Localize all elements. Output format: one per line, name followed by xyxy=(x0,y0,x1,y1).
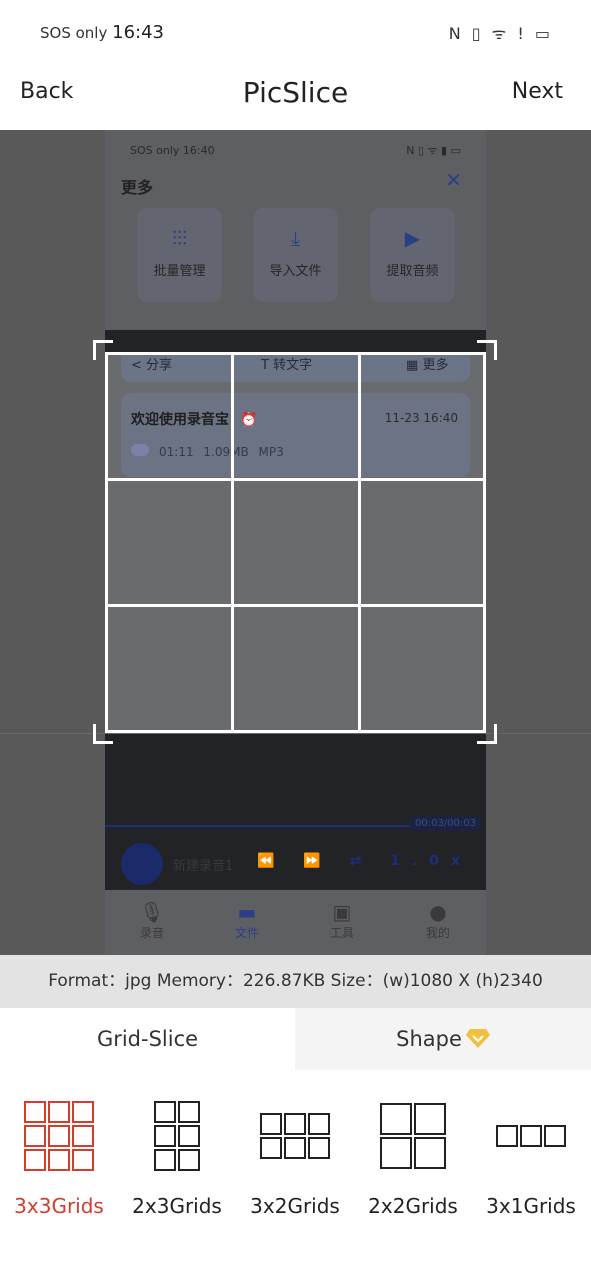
video-icon: ▶ xyxy=(404,226,421,250)
image-bottom-nav: 🎙 录音 ▬ 文件 ▣ 工具 ● 我的 xyxy=(105,890,486,955)
grid-icon xyxy=(496,1125,566,1147)
card-label: 提取音频 xyxy=(386,264,439,279)
nav-item: ▣ 工具 xyxy=(312,900,372,941)
download-icon: ⤓ xyxy=(291,226,300,250)
action-label: 分享 xyxy=(146,358,173,373)
crop-area[interactable]: < 分享 T 转文字 ▦ 更多 欢迎使用录音宝! ⏰ 11-23 16:40 0… xyxy=(105,352,486,733)
tab-label: Shape xyxy=(396,1027,462,1051)
grid-option-3x3[interactable]: 3x3Grids xyxy=(4,1100,114,1218)
image-card: ⫶⫶⫶ 批量管理 xyxy=(137,208,222,302)
grid-option-label: 3x3Grids xyxy=(14,1194,104,1218)
text-icon: T xyxy=(261,358,269,373)
grid-icon xyxy=(260,1113,330,1159)
image-panel-title: 更多 xyxy=(121,178,154,197)
tab-label: Grid-Slice xyxy=(96,1027,199,1051)
status-bar: SOS only 16:43 N ▯ ᯤ ! ▭ xyxy=(0,0,591,65)
record-title: 欢迎使用录音宝! ⏰ xyxy=(131,412,258,428)
status-icons: N ▯ ᯤ ! ▭ xyxy=(448,24,553,43)
back-button[interactable]: Back xyxy=(20,79,73,104)
mode-tabs: Grid-Slice Shape xyxy=(0,1008,591,1070)
action-label: 转文字 xyxy=(273,358,313,373)
card-label: 导入文件 xyxy=(269,264,322,279)
grid-line xyxy=(483,352,486,733)
grid-line xyxy=(105,478,486,481)
nav-item: ● 我的 xyxy=(408,900,468,941)
user-icon: ● xyxy=(429,900,447,924)
clock: 16:43 xyxy=(112,22,165,43)
next-button[interactable]: Next xyxy=(512,79,563,104)
player-name: 新建录音1 xyxy=(173,859,234,874)
record-meta: 01:11 1.09MB MP3 xyxy=(159,445,284,459)
folder-icon: ▬ xyxy=(237,900,257,924)
diamond-icon xyxy=(465,1029,490,1048)
grid-option-3x1[interactable]: 3x1Grids xyxy=(476,1100,586,1218)
nav-label: 文件 xyxy=(234,926,259,940)
sliders-icon: ⫶⫶⫶ xyxy=(172,226,187,250)
transcribe-action: T 转文字 xyxy=(261,354,312,373)
mic-icon: 🎙 xyxy=(139,900,165,924)
grid-line xyxy=(231,352,234,733)
toolbox-icon: ▣ xyxy=(332,900,352,924)
page-title: PicSlice xyxy=(242,76,349,109)
grid-line xyxy=(105,730,486,733)
crop-handle-bottom-right[interactable] xyxy=(477,724,497,744)
image-card: ⤓ 导入文件 xyxy=(253,208,338,302)
player-controls: ⏪ ⏩ ⇄ 1.0x xyxy=(256,853,472,869)
tab-grid-slice[interactable]: Grid-Slice xyxy=(0,1008,295,1070)
progress-bar xyxy=(105,825,410,827)
grid-icon xyxy=(380,1103,446,1169)
nav-label: 我的 xyxy=(425,926,450,940)
grid-line xyxy=(105,604,486,607)
carrier: SOS only xyxy=(40,24,108,42)
nav-label: 录音 xyxy=(139,926,164,940)
nav-item: 🎙 录音 xyxy=(122,900,182,941)
crop-handle-bottom-left[interactable] xyxy=(93,724,113,744)
crop-handle-top-left[interactable] xyxy=(93,340,113,360)
player-time: 00:03/00:03 xyxy=(408,816,482,831)
crop-handle-top-right[interactable] xyxy=(477,340,497,360)
grid-option-3x2[interactable]: 3x2Grids xyxy=(240,1100,350,1218)
nav-label: 工具 xyxy=(329,926,354,940)
grid-line xyxy=(105,352,486,355)
grid-option-2x2[interactable]: 2x2Grids xyxy=(358,1100,468,1218)
grid-option-label: 2x2Grids xyxy=(368,1194,458,1218)
image-status-text: SOS only 16:40 xyxy=(130,144,215,157)
grid-icon xyxy=(24,1101,94,1171)
grid-icon xyxy=(154,1101,200,1171)
card-label: 批量管理 xyxy=(153,264,206,279)
disc-icon xyxy=(121,843,163,885)
tab-shape[interactable]: Shape xyxy=(295,1008,591,1070)
image-status-icons: N ▯ ᯤ ▮ ▭ xyxy=(406,144,461,157)
grid-option-label: 2x3Grids xyxy=(132,1194,222,1218)
share-icon: < xyxy=(131,358,142,373)
grid-line xyxy=(358,352,361,733)
divider xyxy=(0,733,591,734)
cloud-icon xyxy=(131,444,149,456)
more-action: ▦ 更多 xyxy=(406,354,448,373)
close-icon: ✕ xyxy=(445,168,462,192)
image-info: Format：jpg Memory：226.87KB Size：(w)1080 … xyxy=(0,955,591,1008)
nav-item: ▬ 文件 xyxy=(217,900,277,941)
app-header: PicSlice Back Next xyxy=(0,65,591,130)
record-date: 11-23 16:40 xyxy=(384,411,458,425)
grid-option-label: 3x2Grids xyxy=(250,1194,340,1218)
share-action: < 分享 xyxy=(131,354,172,373)
image-action-bar: < 分享 T 转文字 ▦ 更多 xyxy=(121,352,470,382)
action-label: 更多 xyxy=(422,358,449,373)
image-record-card: 欢迎使用录音宝! ⏰ 11-23 16:40 01:11 1.09MB MP3 xyxy=(121,393,470,477)
image-player: 00:03/00:03 新建录音1 ⏪ ⏩ ⇄ 1.0x xyxy=(105,816,486,890)
grid-option-label: 3x1Grids xyxy=(486,1194,576,1218)
image-card: ▶ 提取音频 xyxy=(370,208,455,302)
grid-icon: ▦ xyxy=(406,358,419,373)
grid-option-2x3[interactable]: 2x3Grids xyxy=(122,1100,232,1218)
grid-line xyxy=(105,352,108,733)
